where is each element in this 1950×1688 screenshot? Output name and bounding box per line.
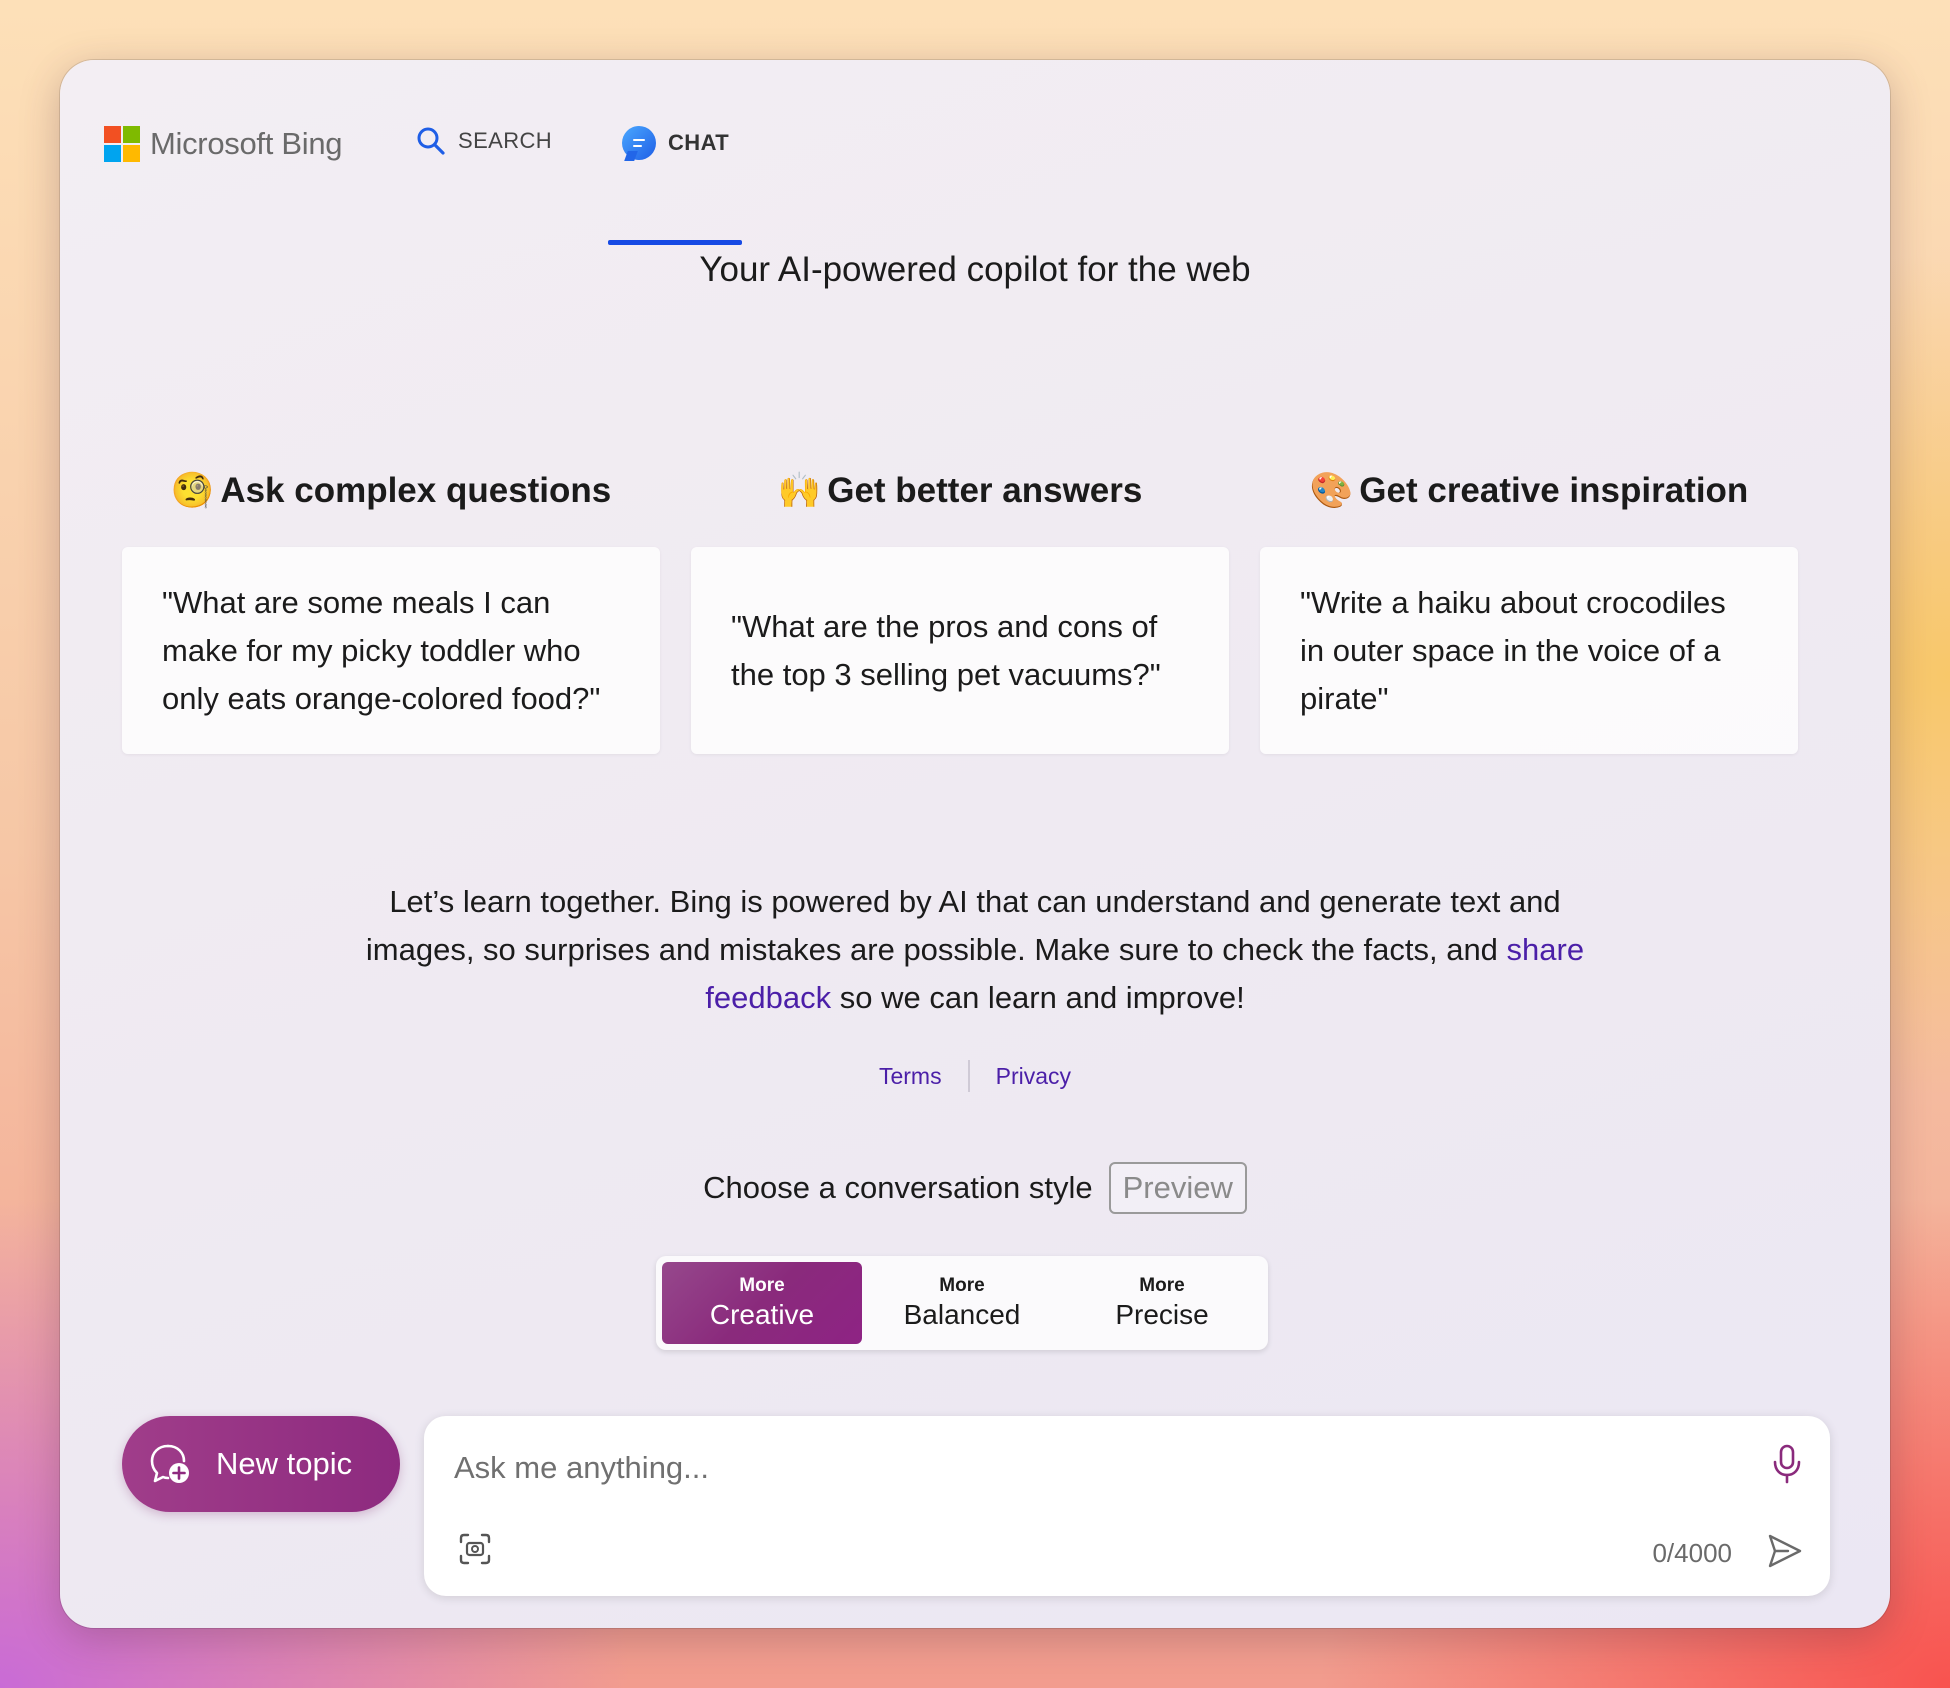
feature-section: 🧐 Ask complex questions 🙌 Get better answe… (122, 470, 1798, 754)
feature-title: Get creative inspiration (1359, 471, 1749, 510)
chat-bubble-icon (622, 126, 656, 160)
feature-heading-complex-questions: 🧐 Ask complex questions (122, 470, 660, 511)
microsoft-bing-logo[interactable]: Microsoft Bing (104, 126, 343, 162)
artist-palette-icon: 🎨 (1309, 471, 1354, 511)
style-option-balanced[interactable]: More Balanced (862, 1262, 1062, 1344)
style-option-creative[interactable]: More Creative (662, 1262, 862, 1344)
conversation-style-heading: Choose a conversation style Preview (60, 1162, 1890, 1214)
ai-disclaimer: Let’s learn together. Bing is powered by… (360, 878, 1590, 1022)
tab-chat[interactable]: CHAT (608, 126, 742, 245)
example-prompt-card[interactable]: "Write a haiku about crocodiles in outer… (1260, 547, 1798, 754)
style-option-prefix: More (1139, 1275, 1185, 1296)
active-tab-indicator (608, 240, 742, 245)
feature-heading-better-answers: 🙌 Get better answers (691, 470, 1229, 511)
character-counter: 0/4000 (1652, 1538, 1732, 1568)
microsoft-logo-icon (104, 126, 140, 162)
tab-search-label: SEARCH (458, 128, 553, 153)
tab-chat-label: CHAT (668, 130, 730, 155)
style-option-label: Precise (1115, 1299, 1209, 1330)
bing-chat-window: Microsoft Bing SEARCH CHAT Your AI-power… (60, 60, 1890, 1628)
privacy-link[interactable]: Privacy (970, 1063, 1097, 1090)
new-topic-icon (150, 1444, 189, 1483)
search-icon (417, 127, 445, 155)
thinking-face-icon: 🧐 (170, 471, 215, 511)
conversation-style-label: Choose a conversation style (703, 1170, 1093, 1205)
chat-input[interactable] (454, 1438, 1734, 1498)
logo-text: Microsoft Bing (150, 126, 343, 161)
disclaimer-text: Let’s learn together. Bing is powered by… (365, 884, 1561, 967)
send-icon[interactable] (1766, 1532, 1804, 1570)
example-prompt-card[interactable]: "What are some meals I can make for my p… (122, 547, 660, 754)
example-prompt-card[interactable]: "What are the pros and cons of the top 3… (691, 547, 1229, 754)
new-topic-button[interactable]: New topic (122, 1416, 400, 1512)
new-topic-label: New topic (216, 1446, 353, 1481)
tab-search[interactable]: SEARCH (416, 126, 552, 156)
style-option-label: Balanced (903, 1299, 1021, 1330)
terms-link[interactable]: Terms (853, 1063, 968, 1090)
feature-title: Ask complex questions (220, 471, 612, 510)
legal-links: Terms Privacy (60, 1060, 1890, 1092)
disclaimer-text-end: so we can learn and improve! (831, 980, 1245, 1015)
visual-search-icon[interactable] (458, 1532, 492, 1566)
style-option-precise[interactable]: More Precise (1062, 1262, 1262, 1344)
microphone-icon[interactable] (1772, 1444, 1802, 1484)
feature-title: Get better answers (827, 471, 1143, 510)
conversation-style-picker: More Creative More Balanced More Precise (656, 1256, 1268, 1350)
header: Microsoft Bing SEARCH CHAT (60, 60, 1890, 245)
style-option-prefix: More (939, 1275, 985, 1296)
page-tagline: Your AI-powered copilot for the web (699, 250, 1251, 289)
chat-composer: 0/4000 (424, 1416, 1830, 1596)
feature-heading-creative-inspiration: 🎨 Get creative inspiration (1260, 470, 1798, 511)
style-option-prefix: More (739, 1275, 785, 1296)
raised-hands-icon: 🙌 (777, 471, 822, 511)
style-option-label: Creative (709, 1299, 815, 1330)
preview-badge: Preview (1108, 1162, 1247, 1214)
